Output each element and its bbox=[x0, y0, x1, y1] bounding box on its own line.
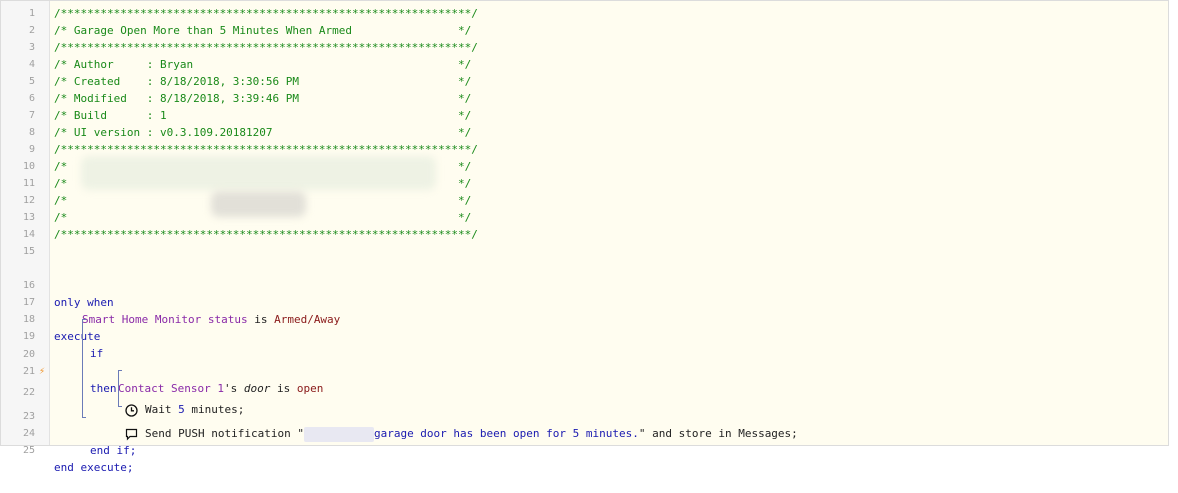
line-number: 11 bbox=[22, 178, 35, 189]
code-line: 25 end execute; bbox=[1, 425, 1168, 474]
code-line: 1 /**************************************… bbox=[1, 5, 1168, 22]
if-block-bracket bbox=[82, 319, 83, 417]
code-line: 14 /*************************************… bbox=[1, 226, 1168, 243]
comment-text: /* Build : 1 */ bbox=[54, 109, 472, 122]
comment-text: /* Garage Open More than 5 Minutes When … bbox=[54, 24, 472, 37]
if-block-bracket-top bbox=[82, 319, 86, 320]
code-line: 6 /* Modified : 8/18/2018, 3:39:46 PM */ bbox=[1, 90, 1168, 107]
code-line: 3 /**************************************… bbox=[1, 39, 1168, 56]
comment-text: /***************************************… bbox=[54, 143, 478, 156]
code-line: 15 bbox=[1, 243, 1168, 260]
line-number: 14 bbox=[22, 229, 35, 240]
line-number: 2 bbox=[28, 25, 35, 36]
line-number: 13 bbox=[22, 212, 35, 223]
line-number: 10 bbox=[22, 161, 35, 172]
code-line: 19 if bbox=[1, 311, 1168, 360]
code-line: 12 /* */ bbox=[1, 192, 1168, 209]
comment-text: /* UI version : v0.3.109.20181207 */ bbox=[54, 126, 472, 139]
comment-text: /***************************************… bbox=[54, 41, 478, 54]
keyword-end-if[interactable]: end if; bbox=[90, 442, 136, 459]
comment-text: /* */ bbox=[54, 211, 472, 224]
comment-text: /* Modified : 8/18/2018, 3:39:46 PM */ bbox=[54, 92, 472, 105]
code-line: 4 /* Author : Bryan */ bbox=[1, 56, 1168, 73]
code-line: 16 only when bbox=[1, 260, 1168, 309]
comment-text: /* */ bbox=[54, 160, 472, 173]
code-line: 10 /* */ bbox=[1, 158, 1168, 175]
code-line: 22 Wait 5 minutes; bbox=[1, 367, 1168, 417]
code-line: 7 /* Build : 1 */ bbox=[1, 107, 1168, 124]
line-number: 3 bbox=[28, 42, 35, 53]
comment-text: /* */ bbox=[54, 194, 472, 207]
code-line: 5 /* Created : 8/18/2018, 3:30:56 PM */ bbox=[1, 73, 1168, 90]
comment-text: /* Author : Bryan */ bbox=[54, 58, 472, 71]
line-number: 25 bbox=[22, 445, 35, 456]
line-number: 8 bbox=[28, 127, 35, 138]
comment-text: /* */ bbox=[54, 177, 472, 190]
code-line: 13 /* */ bbox=[1, 209, 1168, 226]
line-number: 1 bbox=[28, 8, 35, 19]
keyword-end-execute[interactable]: end execute; bbox=[54, 459, 133, 476]
code-line: 21 then bbox=[1, 346, 1168, 395]
code-line: 2 /* Garage Open More than 5 Minutes When… bbox=[1, 22, 1168, 39]
line-number: 7 bbox=[28, 110, 35, 121]
then-block-bracket-bottom bbox=[118, 406, 122, 407]
comment-text: /* Created : 8/18/2018, 3:30:56 PM */ bbox=[54, 75, 472, 88]
comment-text: /***************************************… bbox=[54, 7, 478, 20]
code-line: 17 Smart Home Monitor status is Armed/Aw… bbox=[1, 277, 1168, 326]
line-number: 4 bbox=[28, 59, 35, 70]
code-line: 23 Send PUSH notification " garage door h… bbox=[1, 391, 1168, 442]
code-line: 11 /* */ bbox=[1, 175, 1168, 192]
code-editor: 1 /**************************************… bbox=[0, 0, 1169, 474]
line-number: 12 bbox=[22, 195, 35, 206]
code-line: 9 /**************************************… bbox=[1, 141, 1168, 158]
line-number: 15 bbox=[22, 246, 35, 257]
line-number: 9 bbox=[28, 144, 35, 155]
line-number: 5 bbox=[28, 76, 35, 87]
comment-text: /***************************************… bbox=[54, 228, 478, 241]
if-block-bracket-bottom bbox=[82, 417, 86, 418]
code-line: 24 end if; bbox=[1, 408, 1168, 457]
code-line: 20 ⚡ Contact Sensor 1's door is open bbox=[1, 329, 1168, 395]
then-block-bracket bbox=[118, 370, 119, 406]
code-line: 18 execute bbox=[1, 294, 1168, 343]
code-line: 8 /* UI version : v0.3.109.20181207 */ bbox=[1, 124, 1168, 141]
line-number: 6 bbox=[28, 93, 35, 104]
then-block-bracket-top bbox=[118, 370, 122, 371]
